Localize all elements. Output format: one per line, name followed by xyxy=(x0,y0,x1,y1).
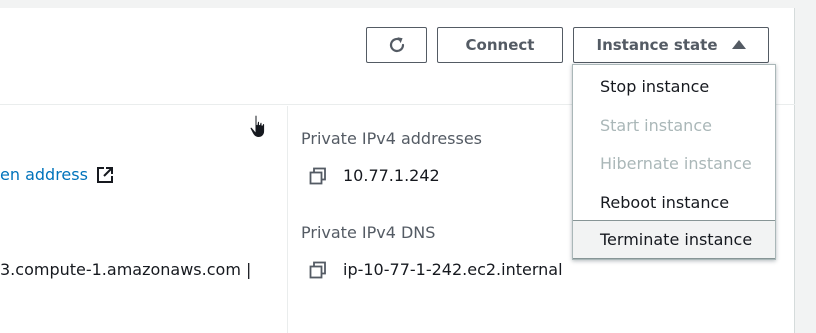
refresh-button[interactable] xyxy=(366,27,427,63)
open-address-link[interactable]: en address xyxy=(0,165,114,184)
instance-state-button[interactable]: Instance state xyxy=(573,27,769,63)
private-dns-row: ip-10-77-1-242.ec2.internal xyxy=(309,260,563,279)
refresh-icon xyxy=(389,37,404,53)
menu-item-stop-instance[interactable]: Stop instance xyxy=(573,67,775,106)
private-ipv4-value: 10.77.1.242 xyxy=(343,166,440,185)
instance-state-label: Instance state xyxy=(596,36,718,54)
copy-icon[interactable] xyxy=(309,261,327,279)
private-ipv4-label: Private IPv4 addresses xyxy=(301,129,483,148)
instance-state-menu: Stop instance Start instance Hibernate i… xyxy=(572,64,776,260)
menu-item-terminate-instance[interactable]: Terminate instance xyxy=(573,220,775,259)
caret-up-icon xyxy=(731,39,746,49)
menu-item-reboot-instance[interactable]: Reboot instance xyxy=(573,183,775,222)
open-address-link-text[interactable]: en address xyxy=(0,165,88,184)
hand-cursor-icon xyxy=(249,114,266,139)
column-divider xyxy=(287,106,288,333)
menu-item-hibernate-instance: Hibernate instance xyxy=(600,154,752,173)
public-dns-value: 3.compute-1.amazonaws.com | xyxy=(0,260,252,279)
copy-icon[interactable] xyxy=(309,167,327,185)
private-dns-label: Private IPv4 DNS xyxy=(301,223,436,242)
menu-item-start-instance: Start instance xyxy=(600,116,712,135)
private-ipv4-row: 10.77.1.242 xyxy=(309,166,440,185)
private-dns-value: ip-10-77-1-242.ec2.internal xyxy=(343,260,563,279)
connect-button[interactable]: Connect xyxy=(437,27,563,63)
external-link-icon xyxy=(96,166,113,183)
